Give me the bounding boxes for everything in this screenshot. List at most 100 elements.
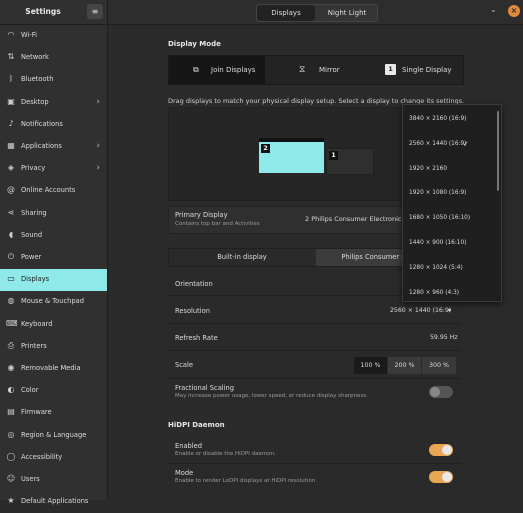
sidebar-item-printers[interactable]: ⎙ Printers [0,336,107,358]
sidebar-item-label: Applications [21,142,62,150]
users-icon: ☺ [6,474,16,483]
color-icon: ◐ [7,385,15,395]
sidebar-item-label: Online Accounts [21,186,76,195]
mirror-icon: ⧖ [299,65,306,75]
firmware-icon: ▤ [7,407,15,417]
resolution-option[interactable]: 2560 × 1440 (16:9) [409,141,466,147]
monitor-2[interactable]: 2 [259,138,324,173]
resolution-option[interactable]: 1920 × 1080 (16:9) [409,190,466,196]
primary-display-sub: Contains top bar and Activities [175,221,260,227]
sidebar-item-bluetooth[interactable]: ᛒ Bluetooth [0,69,107,91]
primary-display-value[interactable]: 2 Philips Consumer Electronics [305,215,405,223]
sidebar-title: Settings [25,7,61,16]
bell-icon: ♪ [8,118,14,128]
sidebar-item-power[interactable]: ⏻ Power [0,247,107,269]
keyboard-icon: ⌨ [6,318,18,328]
resolution-option[interactable]: 1920 × 2160 [409,166,447,172]
join-displays-button[interactable]: ⧉ Join Displays [169,56,265,84]
tab-built-in-display[interactable]: Built-in display [169,249,315,266]
sidebar-item-applications[interactable]: ▦ Applications › [0,136,107,158]
sidebar-item-label: Accessibility [21,452,63,461]
desktop-icon: ▣ [7,96,15,106]
resolution-dropdown-icon[interactable]: ▾ [448,307,451,314]
scale-label: Scale [175,361,193,369]
sidebar-item-label: Default Applications [21,497,89,506]
fractional-scaling-toggle[interactable] [429,386,453,398]
bluetooth-icon: ᛒ [8,74,14,84]
sidebar-item-default-applications[interactable]: ★ Default Applications [0,491,107,513]
share-icon: ⋖ [7,207,15,217]
view-switcher: Displays Night Light [256,4,378,22]
sidebar-item-label: Power [21,253,42,261]
chevron-down-icon[interactable]: ⌄ [490,5,497,14]
divider [168,323,462,324]
sidebar-item-label: Firmware [21,408,52,417]
display-mode-title: Display Mode [168,40,221,48]
sidebar-item-wi-fi[interactable]: ◠ Wi-Fi [0,25,107,47]
sidebar-item-mouse-touchpad[interactable]: ◍ Mouse & Touchpad [0,291,107,313]
menu-icon[interactable]: ≡ [87,4,103,19]
sidebar-item-users[interactable]: ☺ Users [0,469,107,491]
display-mode-selector: ⧉ Join Displays ⧖ Mirror 1 Single Displa… [168,55,464,85]
sidebar-item-network[interactable]: ⇅ Network [0,47,107,69]
tab-night-light[interactable]: Night Light [317,5,377,21]
display-icon: ▭ [7,274,15,284]
sidebar-item-firmware[interactable]: ▤ Firmware [0,402,107,424]
sidebar-item-displays[interactable]: ▭ Displays [0,269,107,292]
hidpi-mode-sub: Enable to render LoDPI displays at HiDPI… [175,478,317,484]
scale-200-button[interactable]: 200 % [388,357,421,374]
sidebar-item-sharing[interactable]: ⋖ Sharing [0,203,107,225]
resolution-option[interactable]: 3840 × 2160 (16:9) [409,116,466,122]
hidpi-enabled-label: Enabled [175,442,203,450]
single-display-badge: 1 [385,64,396,75]
tab-displays[interactable]: Displays [257,5,315,21]
sidebar-item-removable-media[interactable]: ◉ Removable Media [0,358,107,380]
sidebar-item-label: Displays [21,275,50,284]
apps-icon: ▦ [7,141,15,150]
sidebar-item-label: Users [21,475,40,483]
sidebar-item-privacy[interactable]: ◈ Privacy › [0,158,107,180]
resolution-option[interactable]: 1280 × 960 (4:3) [409,290,459,296]
join-displays-icon: ⧉ [193,65,199,74]
sidebar-item-online-accounts[interactable]: @ Online Accounts [0,180,107,202]
menu-scrollbar[interactable] [497,111,499,191]
resolution-value[interactable]: 2560 × 1440 (16:9) [390,307,451,314]
sidebar-item-label: Mouse & Touchpad [21,297,84,306]
scale-100-button[interactable]: 100 % [354,357,387,374]
scale-300-button[interactable]: 300 % [422,357,456,374]
sidebar-item-desktop[interactable]: ▣ Desktop › [0,92,107,114]
hidpi-mode-toggle[interactable] [429,471,453,483]
refresh-rate-label: Refresh Rate [175,334,218,342]
sidebar-item-label: Color [21,386,39,395]
media-icon: ◉ [7,363,15,372]
resolution-option[interactable]: 1440 × 900 (16:10) [409,240,466,246]
monitor-1[interactable]: 1 [326,148,374,175]
sidebar-item-notifications[interactable]: ♪ Notifications [0,114,107,136]
orientation-label: Orientation [175,280,213,288]
close-icon[interactable]: × [508,5,520,17]
mirror-button[interactable]: ⧖ Mirror [267,56,363,84]
hidpi-enabled-toggle[interactable] [429,444,453,456]
single-display-label: Single Display [402,66,452,74]
sidebar-item-label: Removable Media [21,364,81,372]
fractional-scaling-label: Fractional Scaling [175,384,234,392]
header-bar: Displays Night Light [108,0,523,25]
power-icon: ⏻ [7,252,15,261]
resolution-option[interactable]: 1680 × 1050 (16:10) [409,215,470,221]
resolution-menu: 3840 × 2160 (16:9) 2560 × 1440 (16:9) ✓ 192… [402,104,502,302]
sidebar-item-label: Notifications [21,119,63,128]
sidebar-item-color[interactable]: ◐ Color [0,380,107,402]
resolution-option[interactable]: 1280 × 1024 (5:4) [409,265,463,271]
sidebar-item-accessibility[interactable]: ◯ Accessibility [0,447,107,469]
sidebar-item-label: Sound [21,230,43,239]
monitor-2-badge: 2 [261,144,270,153]
chevron-right-icon: › [96,163,100,174]
sidebar-item-label: Desktop [21,97,49,106]
sidebar-item-region-language[interactable]: ◎ Region & Language [0,425,107,447]
single-display-button[interactable]: 1 Single Display [365,56,463,84]
sidebar-item-sound[interactable]: ◖ Sound [0,225,107,247]
mirror-label: Mirror [319,66,340,74]
sidebar-item-keyboard[interactable]: ⌨ Keyboard [0,314,107,336]
network-icon: ⇅ [7,52,15,62]
mouse-icon: ◍ [7,296,15,306]
